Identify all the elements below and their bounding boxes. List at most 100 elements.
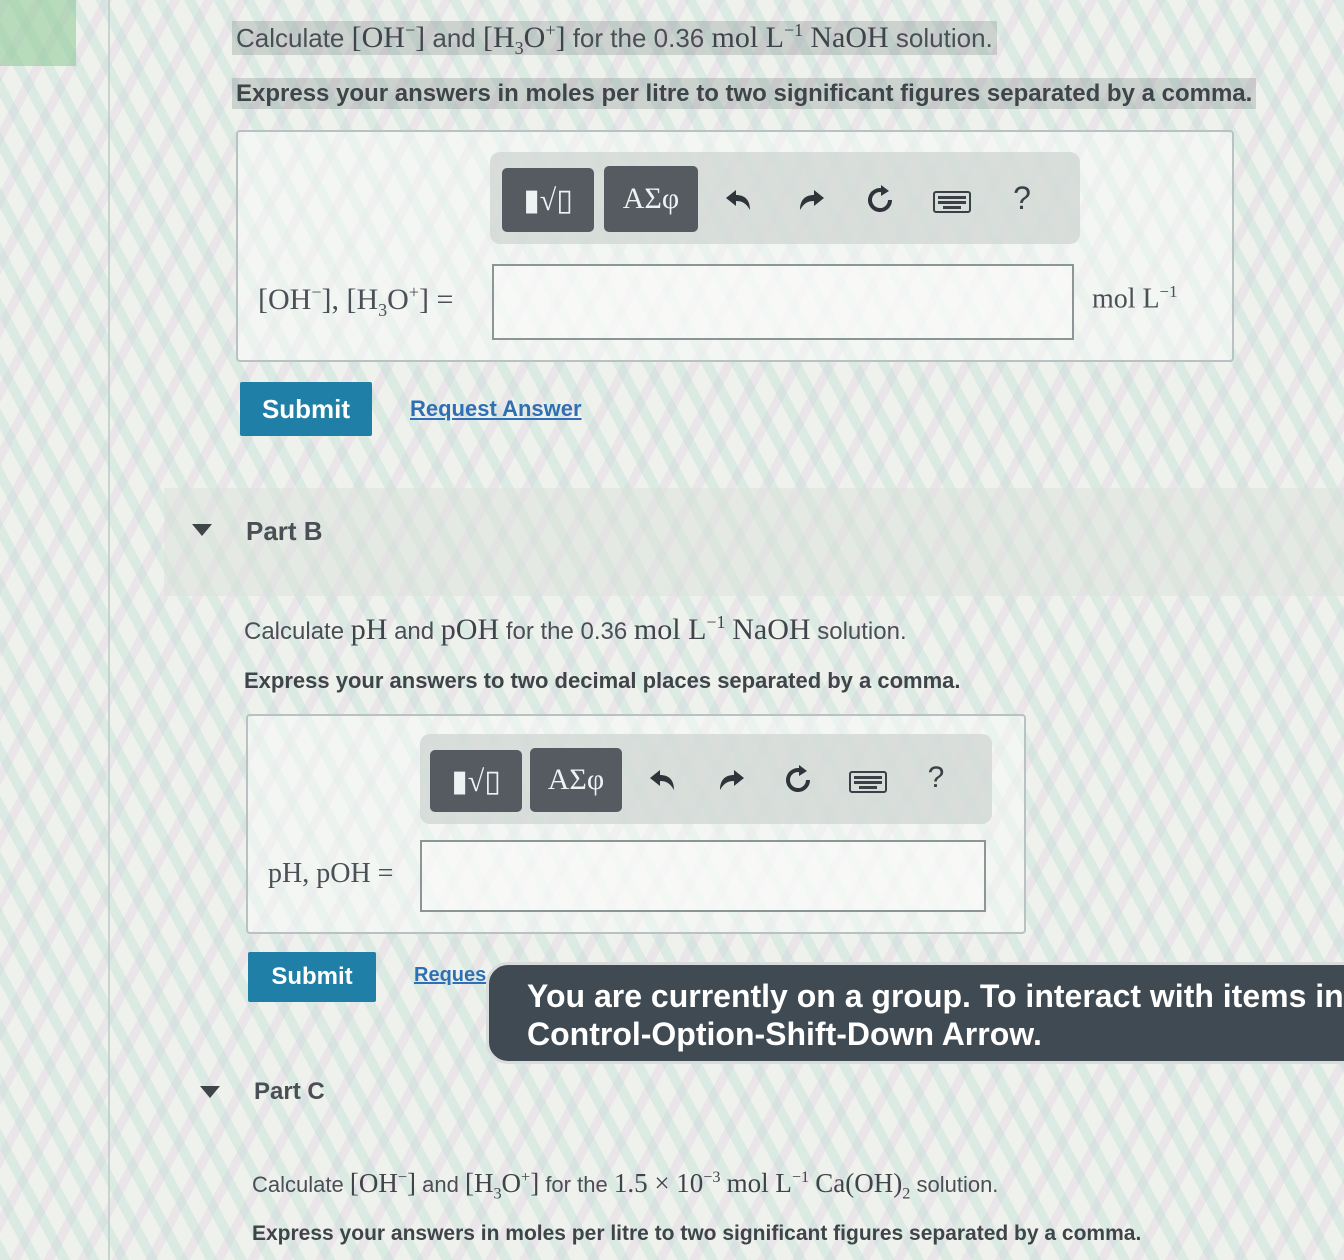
question-text: solution. <box>916 1172 999 1197</box>
question-text: for the 0.36 <box>505 618 628 645</box>
templates-button[interactable]: ▮√▯ <box>430 750 522 812</box>
part-a-field-label: [OH−], [H3O+] = <box>258 282 453 321</box>
label-text: pH, pOH = <box>268 858 394 889</box>
math-sup: −1 <box>791 1168 810 1186</box>
redo-icon[interactable] <box>712 762 752 798</box>
greek-icon: ΑΣφ <box>547 763 605 796</box>
math-poh: pOH <box>440 613 500 646</box>
question-text: for the 0.36 <box>572 23 705 53</box>
part-b-answer-input[interactable] <box>420 840 986 912</box>
label-sup: − <box>311 282 322 302</box>
part-b-collapse-icon[interactable] <box>192 524 212 536</box>
part-b-request-answer-link[interactable]: Reques <box>414 964 486 987</box>
math-o: O <box>501 1168 522 1198</box>
question-text: Calculate <box>252 1172 344 1197</box>
part-b-field-label: pH, pOH = <box>268 858 393 890</box>
templates-icon: ▮√▯ <box>523 183 573 217</box>
part-a-submit-button[interactable]: Submit <box>240 382 372 436</box>
math-oh: [OH <box>351 21 405 54</box>
math-sub: 2 <box>902 1184 911 1203</box>
math-sup: −1 <box>706 612 726 632</box>
part-c-header[interactable]: Part C <box>254 1078 325 1106</box>
part-c-collapse-icon[interactable] <box>200 1086 220 1098</box>
corner-tab <box>0 0 76 66</box>
math-sup: − <box>404 20 416 40</box>
submit-label: Submit <box>261 393 351 424</box>
part-b-header-band <box>164 488 1344 596</box>
question-text: and <box>422 1172 459 1197</box>
voiceover-tooltip: You are currently on a group. To interac… <box>486 962 1344 1064</box>
left-rail <box>0 0 110 1260</box>
greek-icon: ΑΣφ <box>622 182 680 215</box>
reset-icon[interactable] <box>860 182 900 218</box>
math-sup: − <box>397 1168 407 1186</box>
question-text: solution. <box>817 618 907 645</box>
math-unit: mol L <box>711 21 784 54</box>
math-sub: 3 <box>493 1184 502 1203</box>
request-answer-label: Reques <box>414 964 487 986</box>
part-a-unit: mol L−1 <box>1092 282 1178 315</box>
math-bracket: ] <box>406 1168 416 1198</box>
math-sub: 3 <box>514 38 524 58</box>
part-a-request-answer-link[interactable]: Request Answer <box>410 396 582 422</box>
part-c-question: Calculate [OH−] and [H3O+] for the 1.5 ×… <box>252 1168 998 1203</box>
part-b-question: Calculate pH and pOH for the 0.36 mol L−… <box>244 612 907 647</box>
templates-button[interactable]: ▮√▯ <box>502 168 594 232</box>
undo-icon[interactable] <box>642 762 682 798</box>
math-o: O <box>523 21 546 54</box>
part-b-submit-button[interactable]: Submit <box>248 952 376 1002</box>
question-text: for the <box>545 1172 608 1197</box>
math-sup: + <box>521 1168 531 1186</box>
part-b-header[interactable]: Part B <box>246 516 323 547</box>
greek-symbols-button[interactable]: ΑΣφ <box>604 166 698 232</box>
greek-symbols-button[interactable]: ΑΣφ <box>530 748 622 812</box>
instruction-text: Express your answers in moles per litre … <box>232 78 1257 109</box>
templates-icon: ▮√▯ <box>451 764 501 798</box>
math-unit: mol L <box>633 613 707 646</box>
label-part: ] = <box>418 283 454 316</box>
keyboard-icon[interactable] <box>846 766 890 798</box>
question-text: Calculate <box>244 618 345 645</box>
label-sub: 3 <box>378 300 388 320</box>
math-h: [H <box>482 21 515 54</box>
part-a-question: Calculate [OH−] and [H3O+] for the 0.36 … <box>232 20 997 59</box>
label-part: ], [H <box>321 283 379 316</box>
instruction-text: Express your answers to two decimal plac… <box>244 668 961 693</box>
part-b-instruction: Express your answers to two decimal plac… <box>244 668 961 694</box>
math-h: [H <box>464 1168 494 1198</box>
help-icon[interactable]: ? <box>920 758 952 798</box>
unit-sup: −1 <box>1159 282 1178 301</box>
math-sup: −1 <box>783 20 804 40</box>
math-naoh: NaOH <box>732 613 811 646</box>
part-c-instruction: Express your answers in moles per litre … <box>252 1222 1141 1246</box>
label-sup: + <box>408 282 419 302</box>
part-a-math-toolbar: ▮√▯ ΑΣφ ? <box>490 152 1080 244</box>
part-a-answer-input[interactable] <box>492 264 1074 340</box>
question-text: and <box>394 618 435 645</box>
math-bracket: ] <box>530 1168 540 1198</box>
undo-icon[interactable] <box>718 182 758 218</box>
keyboard-icon[interactable] <box>930 186 974 218</box>
help-icon[interactable]: ? <box>1006 178 1038 218</box>
math-bracket: ] <box>555 21 566 54</box>
math-bracket: ] <box>415 21 426 54</box>
math-sup: + <box>545 20 556 40</box>
label-part: [OH <box>258 283 312 316</box>
math-sup: −3 <box>703 1168 721 1186</box>
label-part: O <box>387 283 409 316</box>
help-label: ? <box>1013 179 1031 216</box>
question-text: Calculate <box>236 23 345 53</box>
math-value: 1.5 × 10 <box>613 1168 704 1198</box>
reset-icon[interactable] <box>778 762 818 798</box>
tooltip-line-1: You are currently on a group. To interac… <box>527 978 1344 1014</box>
math-ph: pH <box>350 613 388 646</box>
submit-label: Submit <box>271 963 353 990</box>
tooltip-line-2: Control-Option-Shift-Down Arrow. <box>527 1016 1042 1052</box>
part-b-title: Part B <box>246 516 323 546</box>
redo-icon[interactable] <box>792 182 832 218</box>
part-b-math-toolbar: ▮√▯ ΑΣφ ? <box>420 734 992 824</box>
part-a-instruction: Express your answers in moles per litre … <box>232 78 1257 109</box>
request-answer-label: Request Answer <box>410 396 582 421</box>
math-naoh: NaOH <box>810 21 889 54</box>
part-c-title: Part C <box>254 1078 325 1105</box>
